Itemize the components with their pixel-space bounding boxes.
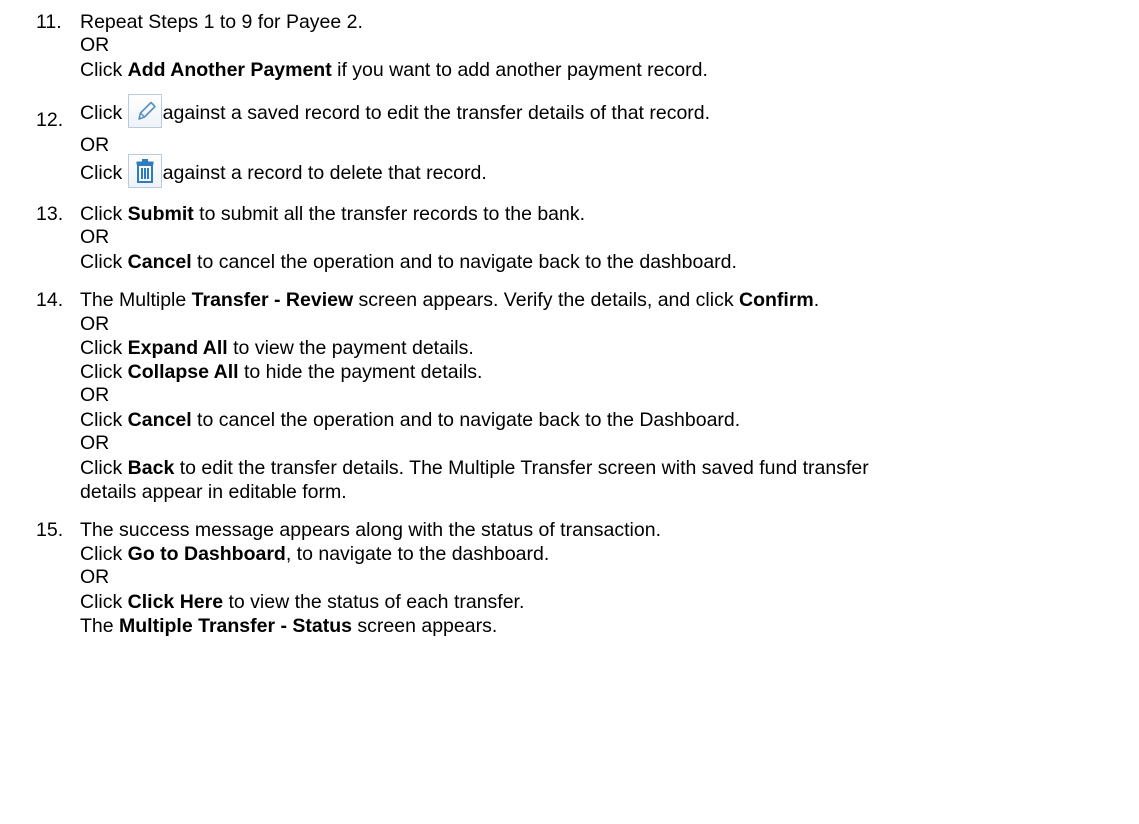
step-line: details appear in editable form. [80, 481, 347, 503]
step-line: The Multiple Transfer - Status screen ap… [80, 615, 498, 637]
ui-term: Back [127, 457, 175, 479]
step-line: Click against a saved record to edit the… [80, 94, 710, 132]
step-line: Click Submit to submit all the transfer … [80, 203, 586, 225]
ui-term: Cancel [127, 251, 192, 273]
pencil-edit-icon [127, 94, 162, 128]
step-line: Click Collapse All to hide the payment d… [80, 361, 483, 383]
step-line: Click Cancel to cancel the operation and… [80, 409, 741, 431]
step-number: 13. [36, 203, 64, 225]
step-line: OR [80, 226, 110, 248]
document-page: 11. Repeat Steps 1 to 9 for Payee 2. OR … [0, 0, 1139, 824]
step-line: Click Add Another Payment if you want to… [80, 59, 708, 81]
step-line: OR [80, 313, 110, 335]
step-number: 15. [36, 519, 64, 541]
ui-term: Expand All [127, 337, 228, 359]
trash-delete-icon [127, 154, 162, 188]
ui-term: Click Here [127, 591, 224, 613]
step-line: Repeat Steps 1 to 9 for Payee 2. [80, 11, 363, 33]
ui-term: Submit [127, 203, 194, 225]
ui-term: Multiple Transfer - Status [119, 615, 352, 637]
ui-term: Transfer - Review [191, 289, 354, 311]
step-line: OR [80, 432, 110, 454]
step-line: Click Expand All to view the payment det… [80, 337, 474, 359]
step-line: Click Cancel to cancel the operation and… [80, 251, 737, 273]
ui-term: Cancel [127, 409, 192, 431]
step-line: Click against a record to delete that re… [80, 154, 487, 192]
step-line: Click Click Here to view the status of e… [80, 591, 525, 613]
step-line: OR [80, 566, 110, 588]
step-line: Click Go to Dashboard, to navigate to th… [80, 543, 550, 565]
step-line: The success message appears along with t… [80, 519, 661, 541]
step-number: 14. [36, 289, 64, 311]
ui-term: Confirm [739, 289, 814, 311]
step-number: 12. [36, 109, 64, 131]
ui-term: Add Another Payment [127, 59, 332, 81]
step-line: OR [80, 34, 110, 56]
step-line: Click Back to edit the transfer details.… [80, 457, 869, 479]
step-line: OR [80, 384, 110, 406]
ui-term: Collapse All [127, 361, 239, 383]
step-number: 11. [36, 11, 62, 33]
ui-term: Go to Dashboard [127, 543, 286, 565]
step-line: The Multiple Transfer - Review screen ap… [80, 289, 820, 311]
